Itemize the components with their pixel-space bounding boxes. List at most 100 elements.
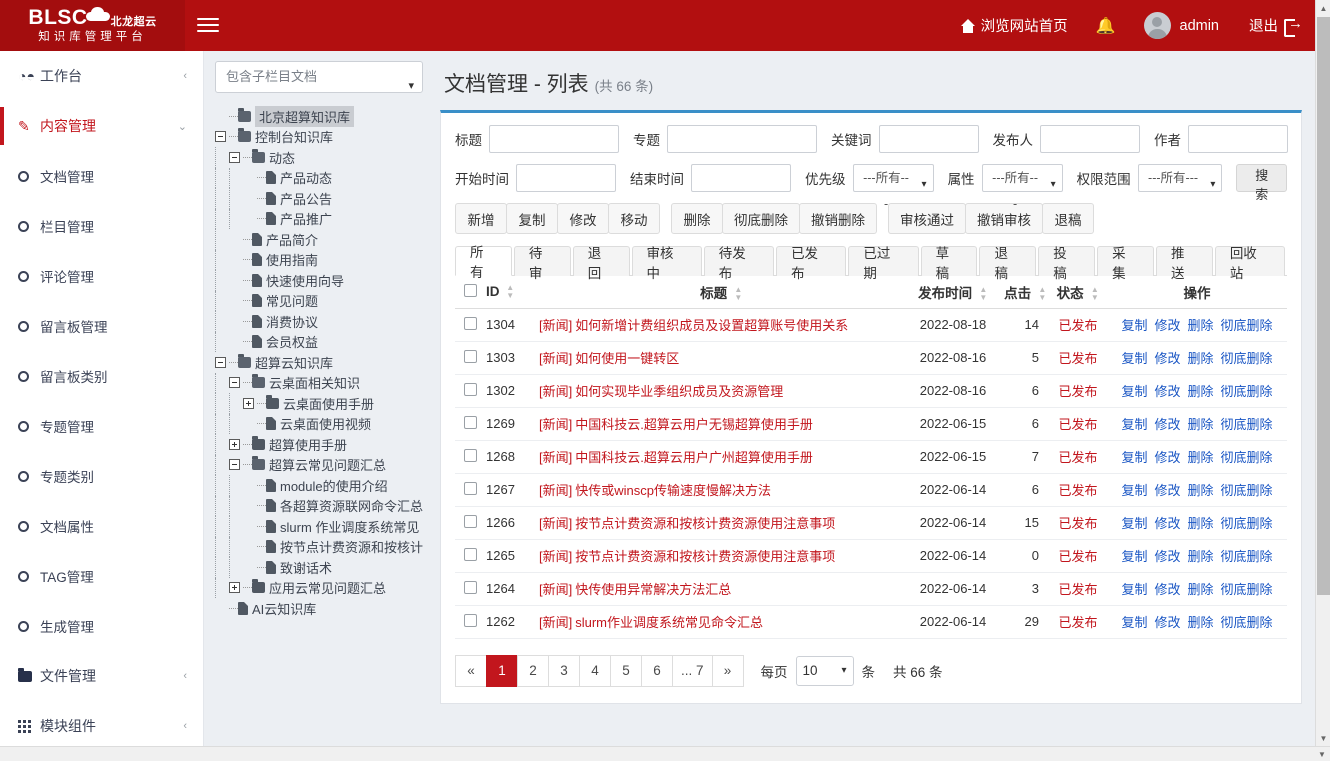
tree-node-label[interactable]: 云桌面使用视频 [280, 414, 371, 433]
row-checkbox[interactable] [463, 580, 477, 594]
row-title-link[interactable]: 快传或winscp传输速度慢解决方法 [575, 483, 771, 498]
action-button-2-0[interactable]: 审核通过 [888, 203, 966, 234]
author-search-input[interactable] [1188, 125, 1288, 153]
row-op-3[interactable]: 彻底删除 [1221, 384, 1273, 399]
status-tab-9[interactable]: 投稿 [1038, 246, 1096, 281]
include-subcolumn-select[interactable]: 包含子栏目文档 ▾ [215, 61, 423, 93]
tree-node-label[interactable]: 各超算资源联网命令汇总 [280, 496, 423, 515]
sidebar-item-13[interactable]: 模块组件 ‹ [0, 701, 203, 751]
row-title-link[interactable]: 如何使用一键转区 [575, 351, 679, 366]
row-op-0[interactable]: 复制 [1121, 549, 1147, 564]
tree-node-label[interactable]: 快速使用向导 [266, 271, 344, 290]
row-op-1[interactable]: 修改 [1154, 483, 1180, 498]
sidebar-item-3[interactable]: 栏目管理 [0, 201, 203, 251]
row-op-2[interactable]: 删除 [1188, 351, 1214, 366]
pagination-page-5[interactable]: 6 [641, 654, 673, 687]
tree-node-label[interactable]: 产品动态 [280, 168, 332, 187]
tree-node-11[interactable]: 会员权益 [215, 331, 426, 352]
row-op-1[interactable]: 修改 [1154, 318, 1180, 333]
tree-node-label[interactable]: 云桌面相关知识 [269, 373, 360, 392]
row-checkbox[interactable] [463, 547, 477, 561]
vertical-scrollbar[interactable]: ▲ ▼ [1315, 0, 1330, 746]
keyword-search-input[interactable] [878, 125, 979, 153]
action-button-0-0[interactable]: 新增 [455, 203, 507, 234]
sidebar-item-0[interactable]: ◔◓ 工作台 ‹ [0, 51, 203, 101]
tree-node-label[interactable]: 云桌面使用手册 [283, 394, 374, 413]
status-tab-8[interactable]: 退稿 [979, 246, 1037, 281]
status-tab-3[interactable]: 审核中 [631, 246, 702, 281]
row-op-1[interactable]: 修改 [1154, 615, 1180, 630]
hamburger-icon[interactable] [197, 14, 219, 36]
tree-node-label[interactable]: AI云知识库 [252, 599, 316, 618]
row-op-0[interactable]: 复制 [1121, 483, 1147, 498]
row-op-2[interactable]: 删除 [1188, 417, 1214, 432]
sidebar-item-2[interactable]: 文档管理 [0, 151, 203, 201]
pagination-page-6[interactable]: ... 7 [672, 654, 713, 687]
tree-expand-toggle[interactable] [243, 397, 254, 409]
tree-node-label[interactable]: 产品简介 [266, 230, 318, 249]
row-op-1[interactable]: 修改 [1154, 417, 1180, 432]
row-checkbox[interactable] [463, 613, 477, 627]
row-op-2[interactable]: 删除 [1188, 549, 1214, 564]
row-title-link[interactable]: slurm作业调度系统常见命令汇总 [575, 615, 763, 630]
tree-collapse-toggle[interactable] [229, 377, 240, 389]
pagination-page-4[interactable]: 5 [610, 654, 642, 687]
pagination-prev[interactable]: « [455, 654, 487, 687]
pagination-next[interactable]: » [711, 654, 744, 687]
sidebar-item-5[interactable]: 留言板管理 [0, 301, 203, 351]
vertical-scrollbar-thumb[interactable] [1317, 17, 1330, 595]
row-checkbox[interactable] [463, 448, 477, 462]
tree-node-label[interactable]: 使用指南 [266, 250, 318, 269]
row-op-3[interactable]: 彻底删除 [1221, 351, 1273, 366]
row-op-3[interactable]: 彻底删除 [1221, 582, 1273, 597]
row-op-0[interactable]: 复制 [1121, 582, 1147, 597]
row-op-2[interactable]: 删除 [1188, 483, 1214, 498]
status-tab-4[interactable]: 待发布 [703, 246, 775, 281]
tree-node-16[interactable]: 超算使用手册 [215, 434, 426, 455]
status-tab-11[interactable]: 推送 [1155, 246, 1213, 281]
tree-node-label[interactable]: 超算云常见问题汇总 [269, 455, 386, 474]
row-op-3[interactable]: 彻底删除 [1221, 549, 1273, 564]
row-op-1[interactable]: 修改 [1154, 351, 1180, 366]
sidebar-item-10[interactable]: TAG管理 [0, 551, 203, 601]
sidebar-item-6[interactable]: 留言板类别 [0, 351, 203, 401]
row-op-0[interactable]: 复制 [1121, 450, 1147, 465]
end-time-input[interactable] [691, 164, 791, 192]
pagination-page-2[interactable]: 3 [548, 654, 580, 687]
logout-button[interactable]: 退出 [1249, 15, 1303, 37]
row-op-3[interactable]: 彻底删除 [1221, 417, 1273, 432]
tree-node-20[interactable]: slurm 作业调度系统常见 [215, 516, 426, 537]
row-title-link[interactable]: 中国科技云.超算云用户无锡超算使用手册 [575, 417, 813, 432]
scroll-up-icon[interactable]: ▲ [1316, 0, 1330, 16]
tree-node-label[interactable]: 消费协议 [266, 312, 318, 331]
tree-collapse-toggle[interactable] [229, 459, 240, 471]
row-op-0[interactable]: 复制 [1121, 384, 1147, 399]
row-checkbox[interactable] [463, 481, 477, 495]
row-op-3[interactable]: 彻底删除 [1221, 516, 1273, 531]
row-title-link[interactable]: 按节点计费资源和按核计费资源使用注意事项 [575, 516, 835, 531]
row-op-2[interactable]: 删除 [1188, 384, 1214, 399]
tree-node-label[interactable]: 致谢话术 [280, 558, 332, 577]
row-op-3[interactable]: 彻底删除 [1221, 615, 1273, 630]
tree-node-3[interactable]: 产品动态 [215, 167, 426, 188]
tree-node-label[interactable]: 应用云常见问题汇总 [269, 578, 386, 597]
row-checkbox[interactable] [463, 349, 477, 363]
tree-node-label[interactable]: 动态 [269, 148, 295, 167]
action-button-0-3[interactable]: 移动 [608, 203, 660, 234]
tree-node-6[interactable]: 产品简介 [215, 229, 426, 250]
pagination-page-3[interactable]: 4 [579, 654, 611, 687]
tree-node-label[interactable]: 常见问题 [266, 291, 318, 310]
row-op-3[interactable]: 彻底删除 [1221, 318, 1273, 333]
row-op-0[interactable]: 复制 [1121, 516, 1147, 531]
status-tab-1[interactable]: 待审 [513, 246, 571, 281]
row-title-link[interactable]: 按节点计费资源和按核计费资源使用注意事项 [575, 549, 835, 564]
row-op-2[interactable]: 删除 [1188, 318, 1214, 333]
status-tab-12[interactable]: 回收站 [1214, 246, 1286, 281]
row-op-1[interactable]: 修改 [1154, 516, 1180, 531]
tree-node-22[interactable]: 致谢话术 [215, 557, 426, 578]
row-checkbox[interactable] [463, 514, 477, 528]
tree-node-13[interactable]: 云桌面相关知识 [215, 372, 426, 393]
action-button-0-2[interactable]: 修改 [557, 203, 609, 234]
action-button-1-0[interactable]: 删除 [671, 203, 723, 234]
title-search-input[interactable] [489, 125, 619, 153]
